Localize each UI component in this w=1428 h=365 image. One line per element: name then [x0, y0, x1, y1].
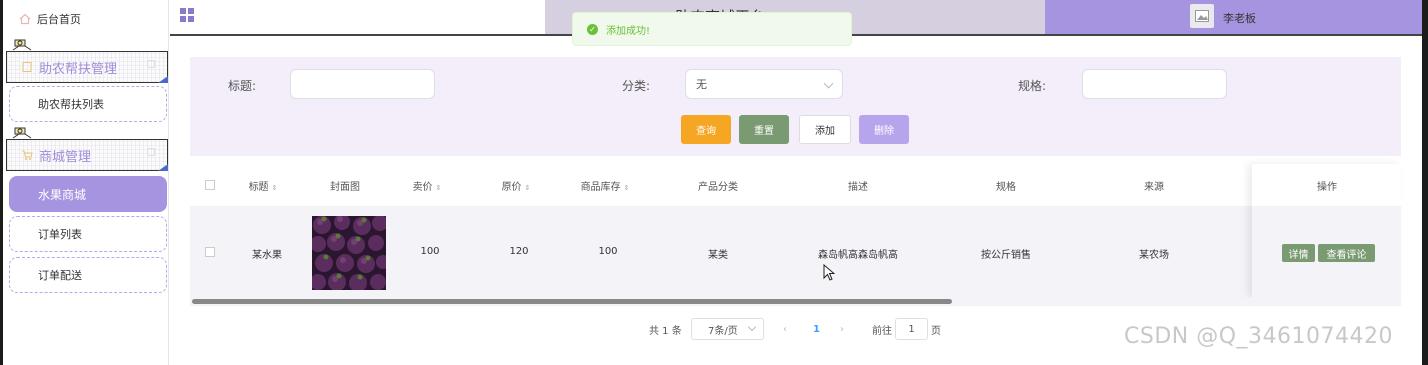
page-number-current[interactable]: 1	[813, 318, 820, 340]
column-header-category: 产品分类	[698, 182, 738, 193]
sidebar-item-fruit-mall[interactable]: 水果商城	[9, 176, 167, 212]
sort-icon: ⇕	[524, 184, 531, 192]
mouse-cursor-icon	[823, 264, 835, 281]
column-header-spec: 规格	[996, 182, 1016, 193]
detail-button[interactable]: 详情	[1282, 244, 1315, 262]
mangosteen-image	[312, 216, 386, 290]
column-header-original-price[interactable]: 原价 ⇕	[502, 178, 531, 193]
sidebar-group-mall[interactable]: 商城管理	[6, 139, 168, 171]
document-icon	[22, 62, 32, 72]
corner-decoration	[158, 164, 168, 171]
chevron-right-icon: ›	[840, 323, 844, 335]
cell-price: 100	[420, 246, 440, 257]
fold-icon	[147, 148, 155, 156]
cell-title: 某水果	[252, 250, 282, 261]
select-all-checkbox[interactable]	[205, 180, 215, 190]
title-filter-input[interactable]	[290, 69, 435, 99]
cell-category: 某类	[708, 250, 728, 261]
page-size-select[interactable]: 7条/页	[691, 318, 764, 340]
fold-icon	[147, 60, 155, 68]
search-panel: 标题: 分类: 无 规格: 查询 重置 添加 删除	[190, 57, 1401, 156]
query-button[interactable]: 查询	[681, 115, 731, 144]
sidebar-item-label: 后台首页	[37, 13, 81, 26]
pushpin-icon	[12, 127, 32, 139]
delete-button[interactable]: 删除	[859, 115, 909, 144]
success-toast: ✓ 添加成功!	[572, 12, 852, 46]
column-header-title[interactable]: 标题 ⇕	[249, 178, 278, 193]
category-filter-label: 分类:	[622, 79, 651, 93]
sort-icon: ⇕	[435, 184, 442, 192]
category-select-value: 无	[696, 78, 707, 91]
chevron-down-icon	[823, 78, 834, 89]
table-header: 标题 ⇕ 封面图 卖价 ⇕ 原价 ⇕ 商品库存 ⇕ 产品分类 描述 规格 来源	[190, 164, 1401, 206]
watermark: CSDN @Q_3461074420	[1124, 324, 1394, 349]
fixed-actions-column: 操作 详情 查看评论	[1252, 164, 1401, 298]
sidebar-item-label: 订单配送	[38, 269, 82, 282]
image-icon	[1195, 10, 1209, 22]
sidebar: 后台首页 助农帮扶管理 助农帮扶列表 商城管理 水果商城 订单列表 订单配送	[3, 0, 169, 365]
column-header-stock[interactable]: 商品库存 ⇕	[581, 178, 630, 193]
table-row: 某水果 100 120 100 某类 森岛帆高森岛帆高 按公斤销售 某农场	[190, 206, 1401, 298]
sidebar-group-label: 助农帮扶管理	[39, 61, 118, 77]
app-window: 后台首页 助农帮扶管理 助农帮扶列表 商城管理 水果商城 订单列表 订单配送 李…	[0, 0, 1428, 365]
chevron-down-icon	[747, 322, 757, 332]
page-suffix-label: 页	[931, 325, 941, 337]
cell-description: 森岛帆高森岛帆高	[818, 250, 898, 261]
sidebar-item-label: 订单列表	[38, 228, 82, 241]
column-header-price[interactable]: 卖价 ⇕	[413, 178, 442, 193]
window-edge-right	[1422, 0, 1428, 365]
goto-label: 前往	[872, 325, 892, 337]
toast-text: 添加成功!	[606, 25, 651, 37]
home-icon	[19, 13, 31, 25]
title-filter-label: 标题:	[228, 79, 257, 93]
cell-stock: 100	[598, 246, 618, 257]
sort-icon: ⇕	[623, 184, 630, 192]
sort-icon: ⇕	[271, 184, 278, 192]
user-name: 李老板	[1223, 12, 1256, 25]
sidebar-item-label: 水果商城	[38, 187, 87, 202]
row-checkbox[interactable]	[205, 247, 215, 257]
product-table: 标题 ⇕ 封面图 卖价 ⇕ 原价 ⇕ 商品库存 ⇕ 产品分类 描述 规格 来源 某水果	[190, 164, 1401, 304]
goto-page-input[interactable]: 1	[895, 318, 928, 340]
prev-page-button[interactable]: ‹	[783, 318, 787, 340]
spec-filter-label: 规格:	[1018, 79, 1047, 93]
pushpin-icon	[12, 39, 32, 51]
cart-icon	[22, 150, 33, 160]
cell-source: 某农场	[1139, 250, 1169, 261]
menu-grid-icon[interactable]	[180, 8, 194, 22]
sidebar-item-farm-aid-list[interactable]: 助农帮扶列表	[9, 86, 167, 122]
chevron-left-icon: ‹	[783, 323, 787, 335]
sidebar-item-order-list[interactable]: 订单列表	[9, 216, 167, 252]
check-circle-icon: ✓	[587, 23, 598, 35]
product-cover-image	[312, 216, 386, 290]
user-area[interactable]: 李老板	[1045, 0, 1422, 34]
sidebar-item-label: 助农帮扶列表	[38, 98, 104, 111]
avatar[interactable]	[1190, 4, 1214, 28]
view-comments-button[interactable]: 查看评论	[1318, 244, 1375, 262]
sidebar-item-home[interactable]: 后台首页	[19, 10, 81, 28]
pagination-total: 共 1 条	[649, 325, 682, 337]
horizontal-scrollbar[interactable]	[192, 299, 952, 304]
corner-decoration	[158, 76, 168, 83]
next-page-button[interactable]: ›	[840, 318, 844, 340]
column-header-source: 来源	[1144, 182, 1164, 193]
spec-filter-input[interactable]	[1082, 69, 1227, 99]
page-size-value: 7条/页	[708, 325, 738, 337]
column-header-actions: 操作	[1317, 182, 1337, 193]
reset-button[interactable]: 重置	[739, 115, 789, 144]
cell-original-price: 120	[509, 246, 529, 257]
sidebar-group-label: 商城管理	[39, 149, 92, 165]
add-button[interactable]: 添加	[799, 115, 851, 144]
sidebar-item-order-delivery[interactable]: 订单配送	[9, 257, 167, 293]
cell-spec: 按公斤销售	[981, 250, 1031, 261]
category-select[interactable]: 无	[685, 69, 843, 99]
sidebar-group-farm-aid[interactable]: 助农帮扶管理	[6, 51, 168, 83]
column-header-description: 描述	[848, 182, 868, 193]
column-header-cover: 封面图	[330, 182, 360, 193]
